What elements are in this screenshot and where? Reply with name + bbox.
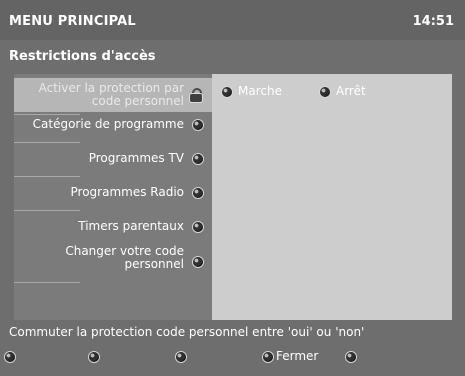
knob-icon [346, 351, 356, 362]
menu-item-programmes-radio[interactable]: Programmes Radio [14, 186, 212, 206]
footer-button-5[interactable] [346, 349, 359, 363]
knob-icon [193, 154, 203, 164]
footer-button-fermer[interactable]: Fermer [263, 349, 318, 363]
knob-icon [193, 257, 203, 267]
menu-item-timers-parentaux[interactable]: Timers parentaux [14, 220, 212, 240]
knob-icon [193, 222, 203, 232]
divider [14, 142, 80, 143]
option-arret-label: Arrêt [336, 84, 366, 98]
knob-icon [193, 120, 203, 130]
settings-panel: Activer la protection par code personnel… [14, 74, 452, 320]
knob-icon [193, 188, 203, 198]
knob-icon [89, 351, 99, 362]
menu-item-label: Activer la protection par code personnel [38, 81, 184, 108]
menu-title: MENU PRINCIPAL [9, 14, 136, 29]
menu-item-label: Catégorie de programme [32, 117, 184, 131]
menu-item-label: Programmes TV [88, 151, 184, 165]
divider [14, 114, 80, 115]
divider [14, 176, 80, 177]
menu-item-categorie-programme[interactable]: Catégorie de programme [14, 118, 212, 138]
menu-item-programmes-tv[interactable]: Programmes TV [14, 152, 212, 172]
options-panel: Marche Arrêt [212, 74, 452, 320]
help-text: Commuter la protection code personnel en… [9, 325, 365, 339]
option-marche-label: Marche [238, 84, 282, 98]
menu-list: Activer la protection par code personnel… [14, 74, 212, 320]
menu-item-activer-protection[interactable]: Activer la protection par code personnel [14, 78, 212, 112]
knob-icon [263, 351, 273, 362]
menu-item-label: Timers parentaux [78, 219, 184, 233]
divider [14, 210, 80, 211]
option-marche[interactable]: Marche [222, 84, 282, 98]
divider [14, 282, 80, 283]
knob-icon [5, 351, 15, 362]
header-bar: MENU PRINCIPAL 14:51 [0, 0, 465, 40]
footer-button-1[interactable] [5, 349, 18, 363]
menu-item-label: Programmes Radio [70, 185, 185, 199]
option-arret[interactable]: Arrêt [320, 84, 366, 98]
knob-icon [176, 351, 186, 362]
lock-icon [189, 88, 203, 102]
footer-button-3[interactable] [176, 349, 189, 363]
menu-item-changer-code[interactable]: Changer votre code personnel [14, 245, 212, 279]
clock-time: 14:51 [412, 14, 454, 29]
section-title: Restrictions d'accès [9, 49, 156, 64]
screen: MENU PRINCIPAL 14:51 Restrictions d'accè… [0, 0, 465, 376]
radio-knob-icon [320, 86, 330, 97]
radio-knob-icon [222, 86, 232, 97]
menu-item-label: Changer votre code personnel [65, 244, 184, 271]
footer-button-2[interactable] [89, 349, 102, 363]
footer-bar: Fermer [0, 345, 465, 371]
